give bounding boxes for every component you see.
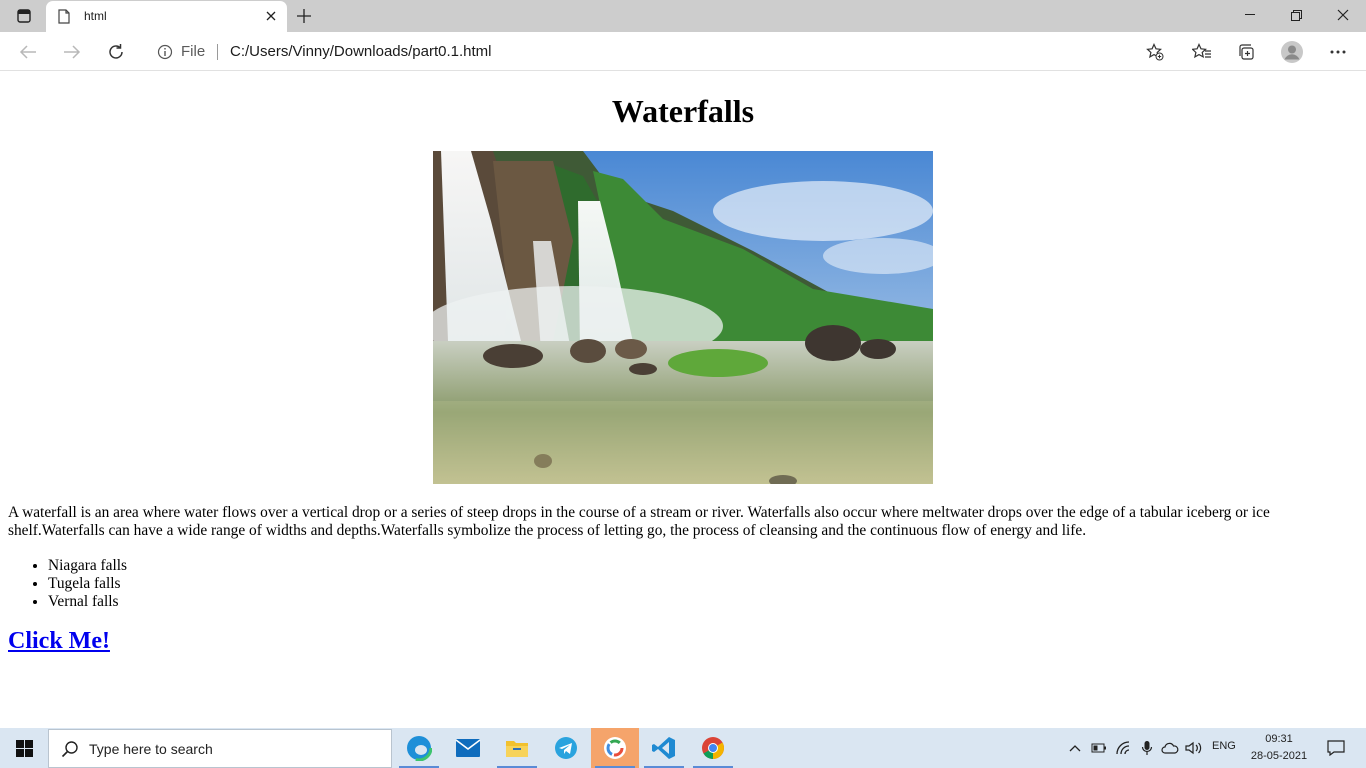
battery-icon[interactable] [1089,738,1109,758]
refresh-icon[interactable] [104,40,128,64]
waterfall-description: A waterfall is an area where water flows… [8,504,1270,539]
new-tab-icon[interactable] [293,5,315,27]
wifi-icon[interactable] [1114,738,1134,758]
info-icon[interactable] [157,44,173,60]
onedrive-cloud-icon[interactable] [1160,738,1180,758]
clock-date: 28-05-2021 [1250,750,1308,762]
forward-icon[interactable] [60,40,84,64]
address-url[interactable]: C:/Users/Vinny/Downloads/part0.1.html [230,43,492,60]
page-title: Waterfalls [611,93,755,129]
vscode-icon[interactable] [640,728,688,768]
minimize-icon[interactable] [1227,0,1273,30]
profile-avatar-icon[interactable] [1280,40,1304,64]
chrome-icon[interactable] [689,728,737,768]
tab-actions-icon[interactable] [12,7,36,25]
telegram-icon[interactable] [542,728,590,768]
input-language[interactable]: ENG [1212,740,1236,752]
mail-icon[interactable] [444,728,492,768]
list-item: Niagara falls [48,557,127,575]
waterfall-image [433,151,933,484]
search-icon [61,740,79,758]
more-options-icon[interactable] [1326,40,1350,64]
web-page: Waterfalls A waterfall is an area where … [0,71,1366,728]
waterfall-list: Niagara falls Tugela falls Vernal falls [48,557,127,611]
windows-start-icon[interactable] [0,728,48,768]
taskbar: Type here to search ENG 09:31 28-05-2021 [0,728,1366,768]
notifications-icon[interactable] [1316,728,1356,768]
address-scheme: File [181,43,206,60]
favorites-icon[interactable] [1190,40,1214,64]
close-tab-icon[interactable] [263,8,279,24]
add-favorite-icon[interactable] [1146,43,1164,61]
browser-toolbar: File C:/Users/Vinny/Downloads/part0.1.ht… [0,32,1366,71]
list-item: Vernal falls [48,593,127,611]
close-window-icon[interactable] [1320,0,1366,30]
tab-strip: html [0,0,1366,32]
taskbar-search-box[interactable]: Type here to search [48,729,392,768]
back-icon[interactable] [16,40,40,64]
address-divider [217,44,218,60]
system-clock[interactable]: 09:31 28-05-2021 [1246,731,1312,765]
tab-title: html [84,9,107,23]
edge-browser-icon[interactable] [395,728,443,768]
volume-icon[interactable] [1184,738,1204,758]
file-explorer-icon[interactable] [493,728,541,768]
qt-creator-icon[interactable] [591,728,639,768]
address-bar[interactable]: File C:/Users/Vinny/Downloads/part0.1.ht… [145,36,1174,67]
list-item: Tugela falls [48,575,127,593]
page-icon [58,9,72,25]
show-hidden-icons-icon[interactable] [1065,738,1085,758]
browser-tab[interactable]: html [46,1,287,32]
clock-time: 09:31 [1265,733,1293,745]
collections-icon[interactable] [1234,40,1258,64]
microphone-icon[interactable] [1137,738,1157,758]
search-placeholder: Type here to search [89,741,213,757]
restore-icon[interactable] [1273,0,1319,30]
click-me-link[interactable]: Click Me! [8,628,110,655]
